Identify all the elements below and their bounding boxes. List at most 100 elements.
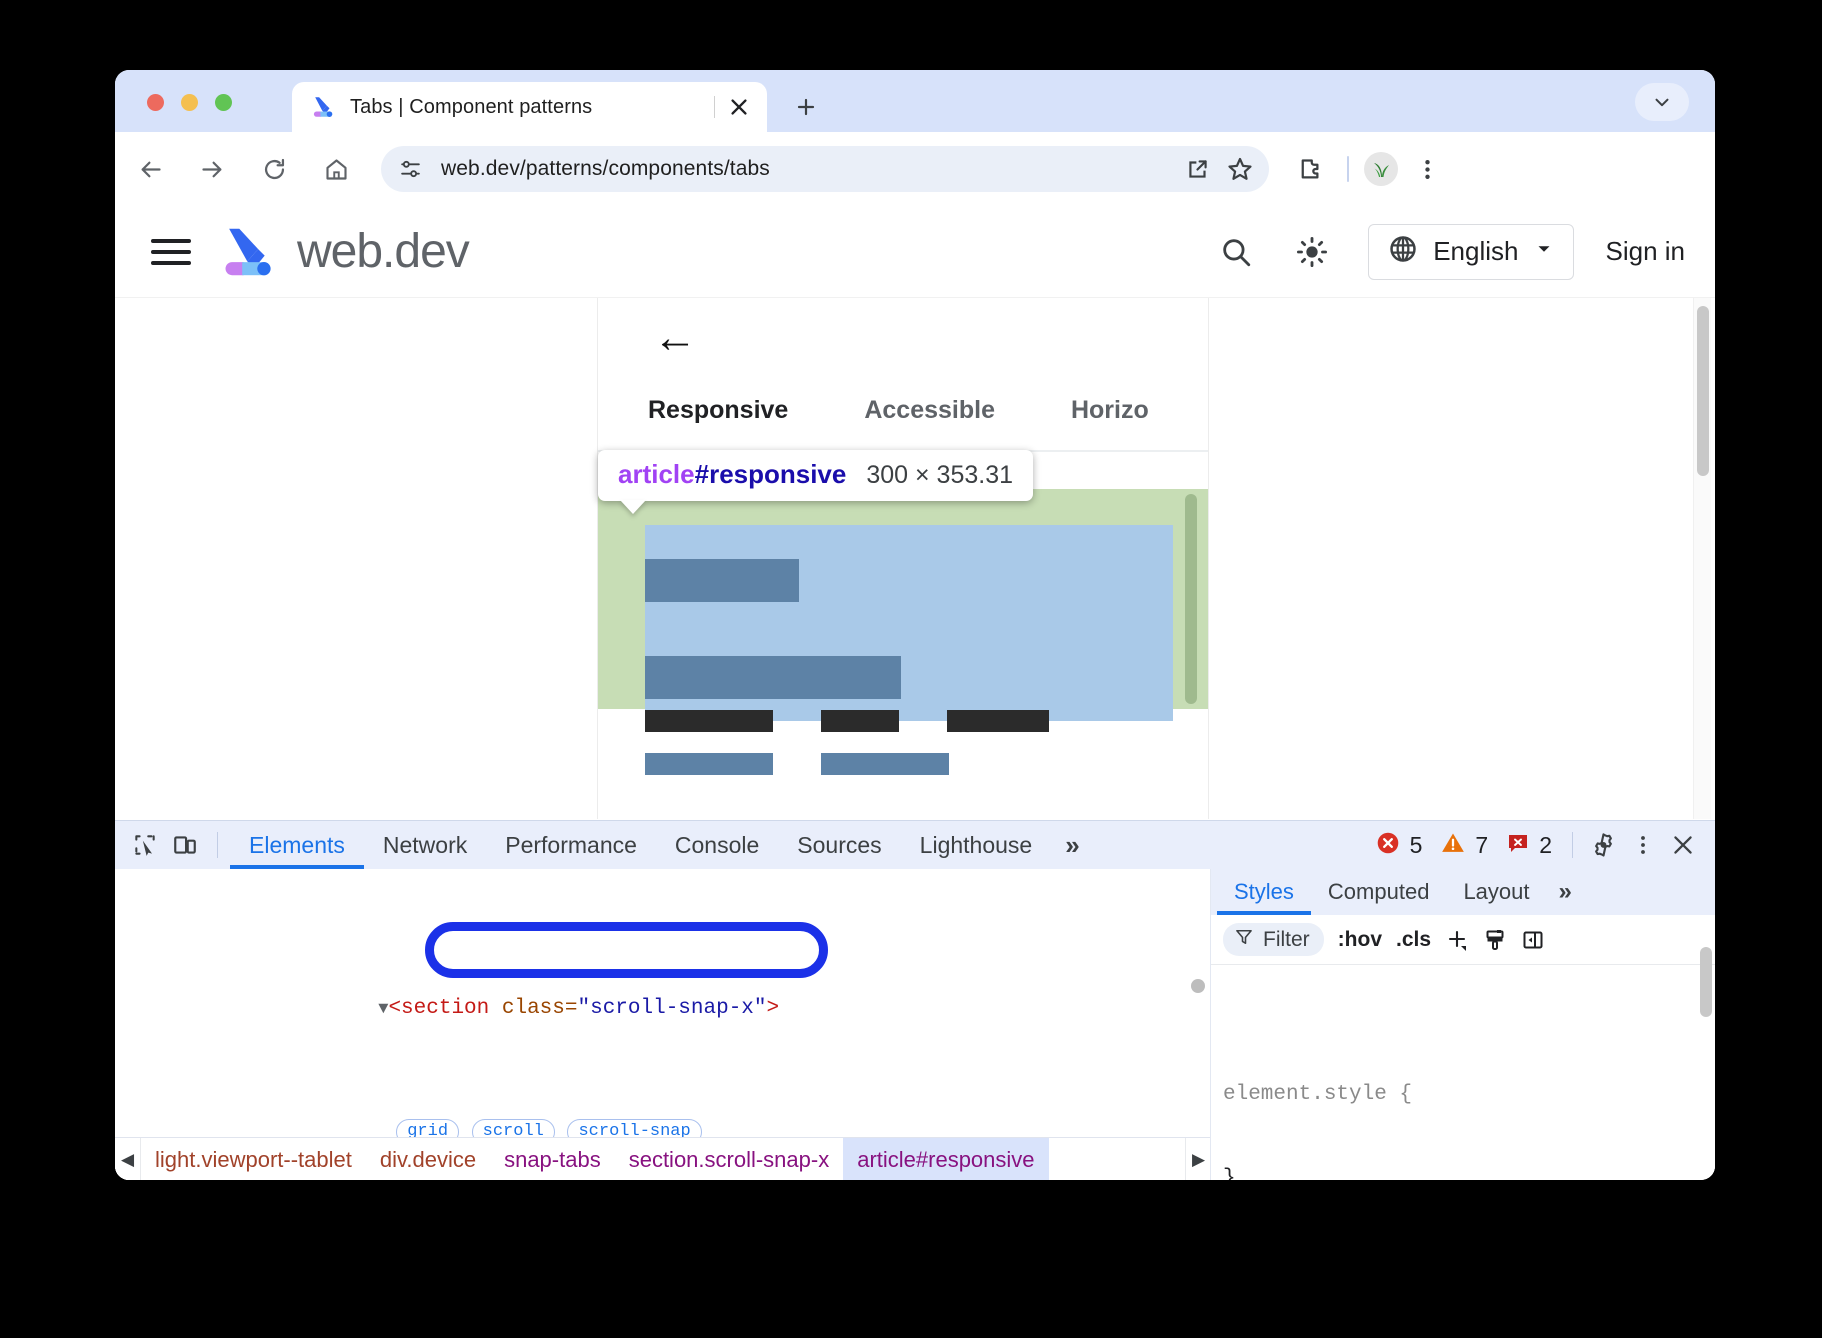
more-styles-tabs-button[interactable]: » <box>1547 869 1584 915</box>
toolbar-divider <box>1347 156 1349 182</box>
three-dot-menu-icon[interactable] <box>1407 149 1447 189</box>
cls-toggle[interactable]: .cls <box>1396 928 1431 952</box>
toggle-sidebar-icon[interactable] <box>1521 928 1545 952</box>
tab-console[interactable]: Console <box>656 821 778 869</box>
avatar-plant-icon[interactable] <box>1364 152 1398 186</box>
home-icon[interactable] <box>315 148 357 190</box>
tab-computed[interactable]: Computed <box>1311 869 1447 915</box>
webdev-logo-icon[interactable] <box>219 223 277 281</box>
dom-tag-close: > <box>767 997 780 1020</box>
chevron-right-icon[interactable]: ▶ <box>1185 1138 1211 1180</box>
inner-scrollbar[interactable] <box>1185 494 1197 704</box>
search-icon[interactable] <box>1210 226 1262 278</box>
dom-row[interactable]: ▼<section class="scroll-snap-x"> <box>115 962 1210 993</box>
css-selector[interactable]: element.style { <box>1223 1081 1703 1109</box>
device-toolbar-icon[interactable] <box>165 825 205 865</box>
page-scrollbar[interactable] <box>1693 298 1711 819</box>
styles-tabs: Styles Computed Layout » <box>1211 869 1715 915</box>
breadcrumb-item-section-scroll-snap-x[interactable]: section.scroll-snap-x <box>615 1138 844 1180</box>
forward-arrow-icon[interactable] <box>191 148 233 190</box>
paintbrush-icon[interactable] <box>1483 928 1507 952</box>
tab-network[interactable]: Network <box>364 821 486 869</box>
breadcrumb-item-div-device[interactable]: div.device <box>366 1138 490 1180</box>
sun-brightness-icon[interactable] <box>1286 226 1338 278</box>
tooltip-pointer <box>620 500 646 514</box>
tab-search-chevron-down-icon[interactable] <box>1635 83 1689 121</box>
breadcrumb-item-snap-tabs[interactable]: snap-tabs <box>490 1138 615 1180</box>
styles-rules-list[interactable]: element.style { } index_1c583…8e.frame:5… <box>1211 965 1715 1180</box>
issue-count-group[interactable]: 2 <box>1506 831 1552 860</box>
sign-in-button[interactable]: Sign in <box>1606 236 1686 267</box>
element-highlight-margin-box <box>598 489 1208 709</box>
tab-lighthouse[interactable]: Lighthouse <box>901 821 1052 869</box>
warning-triangle-icon <box>1440 830 1466 861</box>
address-bar-url[interactable]: web.dev/patterns/components/tabs <box>441 157 1173 181</box>
tab-elements[interactable]: Elements <box>230 821 364 869</box>
browser-actions <box>1289 149 1453 189</box>
reload-icon[interactable] <box>253 148 295 190</box>
styles-filter-toolbar: Filter :hov .cls <box>1211 915 1715 965</box>
filter-funnel-icon <box>1234 927 1254 952</box>
webdev-logo-icon <box>310 94 336 120</box>
star-icon[interactable] <box>1223 152 1257 186</box>
breadcrumb: ◀ light.viewport--tablet div.device snap… <box>115 1137 1211 1180</box>
styles-scrollbar-thumb[interactable] <box>1700 947 1712 1017</box>
breadcrumb-item-light-viewport-tablet[interactable]: light.viewport--tablet <box>141 1138 366 1180</box>
minimize-window-button[interactable] <box>181 94 198 111</box>
snap-tab-accessible[interactable]: Accessible <box>864 396 995 425</box>
tab-sources[interactable]: Sources <box>778 821 900 869</box>
issue-message-icon <box>1506 831 1530 860</box>
close-window-button[interactable] <box>147 94 164 111</box>
filter-placeholder: Filter <box>1263 928 1310 952</box>
language-selector[interactable]: English <box>1368 224 1573 280</box>
expand-triangle-icon[interactable]: ▼ <box>378 1000 388 1019</box>
close-icon[interactable] <box>1663 825 1703 865</box>
hamburger-menu-icon[interactable] <box>151 231 193 273</box>
back-arrow-icon[interactable] <box>129 148 171 190</box>
address-bar[interactable]: web.dev/patterns/components/tabs <box>381 146 1269 192</box>
chevron-left-icon[interactable]: ◀ <box>115 1138 141 1180</box>
back-arrow-icon[interactable]: ← <box>653 316 697 360</box>
inspect-element-icon[interactable] <box>125 825 165 865</box>
devtools-body: ▼<section class="scroll-snap-x"> grid sc… <box>115 869 1715 1180</box>
dom-badges-row: grid scroll scroll-snap <box>115 1086 1210 1117</box>
breadcrumb-item-article-responsive[interactable]: article#responsive <box>843 1138 1048 1180</box>
error-circle-icon <box>1375 830 1401 861</box>
page-scrollbar-thumb[interactable] <box>1697 306 1709 476</box>
new-tab-button[interactable] <box>787 88 825 126</box>
close-icon[interactable] <box>725 93 753 121</box>
tab-layout[interactable]: Layout <box>1446 869 1546 915</box>
avatar[interactable] <box>1361 149 1401 189</box>
maximize-window-button[interactable] <box>215 94 232 111</box>
dom-tree-pane[interactable]: ▼<section class="scroll-snap-x"> grid sc… <box>115 869 1211 1180</box>
dom-pane-scroll-handle[interactable] <box>1191 979 1205 993</box>
browser-tab[interactable]: Tabs | Component patterns <box>292 82 767 132</box>
error-count-group[interactable]: 5 <box>1375 830 1423 861</box>
plus-icon[interactable] <box>1445 928 1469 952</box>
content-dark-block <box>821 710 899 732</box>
more-tabs-button[interactable]: » <box>1051 821 1093 869</box>
css-rule-element-style[interactable]: element.style { } <box>1211 1021 1715 1180</box>
toolbar-divider <box>217 832 218 858</box>
page-viewport: web.dev <box>115 206 1715 820</box>
snap-tab-horizontal[interactable]: Horizo <box>1071 396 1149 425</box>
tab-performance[interactable]: Performance <box>486 821 656 869</box>
devtools-status-counts: 5 7 <box>1375 825 1715 865</box>
gear-icon[interactable] <box>1583 825 1623 865</box>
hov-toggle[interactable]: :hov <box>1338 928 1382 952</box>
tooltip-dimensions: 300 × 353.31 <box>866 461 1013 490</box>
content-text-block <box>645 753 773 775</box>
warning-count-group[interactable]: 7 <box>1440 830 1488 861</box>
tune-site-settings-icon[interactable] <box>395 154 425 184</box>
share-external-link-icon[interactable] <box>1181 152 1215 186</box>
dom-attr-value: "scroll-snap-x" <box>577 997 766 1020</box>
dom-tag: <section <box>388 997 489 1020</box>
browser-toolbar: web.dev/patterns/components/tabs <box>115 132 1715 206</box>
search-input[interactable]: Filter <box>1223 923 1324 956</box>
three-dot-menu-icon[interactable] <box>1623 825 1663 865</box>
puzzle-piece-icon[interactable] <box>1289 149 1329 189</box>
snap-tab-responsive[interactable]: Responsive <box>648 396 788 425</box>
tab-title: Tabs | Component patterns <box>350 96 710 119</box>
tab-styles[interactable]: Styles <box>1217 869 1311 915</box>
devtools-panel: Elements Network Performance Console Sou… <box>115 820 1715 1180</box>
